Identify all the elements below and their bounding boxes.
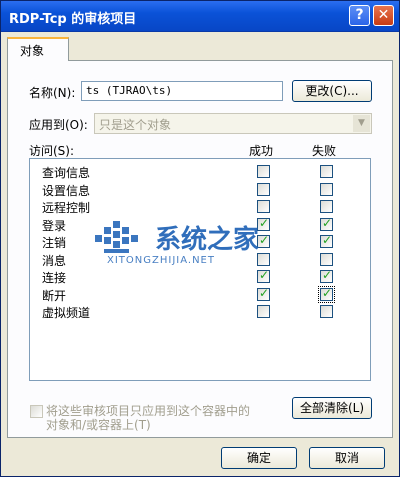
- failure-checkbox[interactable]: [320, 268, 333, 283]
- access-item-label: 虚拟频道: [42, 306, 91, 320]
- tab-object[interactable]: 对象: [7, 37, 69, 61]
- chevron-down-icon[interactable]: ▼: [353, 115, 370, 132]
- success-checkbox[interactable]: [257, 182, 270, 196]
- list-item: 断开: [30, 285, 370, 304]
- access-item-label: 断开: [42, 288, 67, 303]
- access-item-label: 远程控制: [42, 201, 91, 215]
- failure-checkbox[interactable]: [320, 182, 333, 196]
- apply-to-container-checkbox[interactable]: [30, 405, 43, 418]
- list-item: 注销: [30, 233, 370, 251]
- list-item: 设置信息: [30, 181, 370, 199]
- access-item-label: 连接: [42, 271, 67, 285]
- success-checkbox[interactable]: [257, 268, 270, 283]
- failure-column-header: 失败: [312, 144, 337, 158]
- failure-checkbox[interactable]: [320, 233, 333, 248]
- success-checkbox[interactable]: [257, 286, 270, 301]
- apply-to-value: 只是这个对象: [99, 118, 172, 132]
- list-item: 虚拟频道: [30, 303, 370, 321]
- name-field[interactable]: ts (TJRAO\ts): [81, 81, 283, 101]
- cancel-button[interactable]: 取消: [309, 447, 385, 469]
- change-button[interactable]: 更改(C)...: [292, 80, 372, 102]
- success-checkbox[interactable]: [257, 216, 270, 231]
- failure-checkbox[interactable]: [320, 200, 333, 213]
- tab-object-label: 对象: [20, 44, 45, 58]
- list-item: 远程控制: [30, 198, 370, 216]
- failure-checkbox[interactable]: [318, 285, 335, 303]
- access-list[interactable]: 查询信息设置信息远程控制登录注销消息连接断开虚拟频道: [29, 158, 371, 381]
- access-item-label: 消息: [42, 253, 67, 268]
- title-bar[interactable]: RDP-Tcp 的审核项目 ? ✕: [1, 1, 399, 32]
- close-button[interactable]: ✕: [373, 5, 394, 26]
- window-title: RDP-Tcp 的审核项目: [9, 12, 137, 27]
- failure-checkbox[interactable]: [320, 165, 333, 178]
- failure-checkbox[interactable]: [320, 216, 333, 231]
- success-checkbox[interactable]: [257, 305, 270, 318]
- access-item-label: 注销: [42, 236, 67, 250]
- access-item-label: 查询信息: [42, 166, 91, 180]
- list-item: 消息: [30, 251, 370, 269]
- list-item: 登录: [30, 216, 370, 234]
- audit-entry-dialog: RDP-Tcp 的审核项目 ? ✕ 对象 名称(N): ts (TJRAO\ts…: [0, 0, 400, 477]
- clear-all-button[interactable]: 全部清除(L): [292, 397, 372, 419]
- list-item: 查询信息: [30, 163, 370, 181]
- success-column-header: 成功: [249, 144, 274, 158]
- failure-checkbox[interactable]: [320, 305, 333, 318]
- access-column-header: 访问(S):: [29, 144, 75, 158]
- success-checkbox[interactable]: [257, 233, 270, 248]
- failure-checkbox[interactable]: [320, 252, 333, 266]
- apply-to-select[interactable]: 只是这个对象 ▼: [94, 113, 372, 134]
- name-label: 名称(N):: [29, 86, 76, 100]
- list-item: 连接: [30, 268, 370, 286]
- success-checkbox[interactable]: [257, 252, 270, 266]
- access-item-label: 设置信息: [42, 183, 91, 198]
- apply-to-label: 应用到(O):: [29, 118, 88, 132]
- ok-button[interactable]: 确定: [221, 447, 297, 469]
- apply-checkbox-label-line2: 对象和/或容器上(T): [46, 418, 151, 432]
- success-checkbox[interactable]: [257, 200, 270, 213]
- help-button[interactable]: ?: [349, 5, 370, 26]
- success-checkbox[interactable]: [257, 165, 270, 178]
- access-item-label: 登录: [42, 218, 67, 233]
